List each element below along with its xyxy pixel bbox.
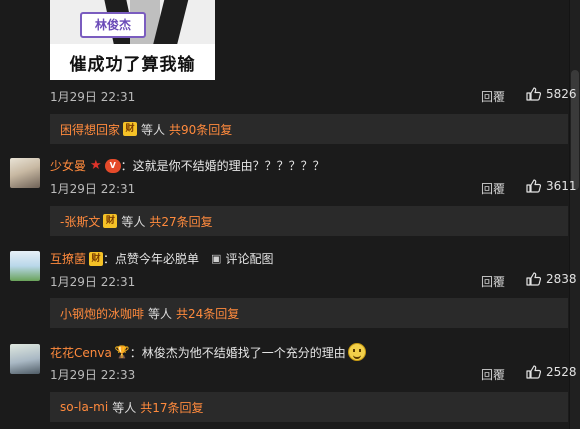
comment-text: ：这就是你不结婚的理由？？？？？？: [120, 159, 325, 173]
verified-badge-icon: 财: [123, 122, 138, 136]
verified-badge-icon: 财: [89, 251, 104, 266]
sub-replies-box: so-la-mi 等人 共17条回复: [50, 392, 568, 422]
reply-button[interactable]: 回覆: [481, 273, 505, 290]
like-count: 5826: [546, 87, 577, 101]
picture-icon: ▣: [211, 252, 222, 265]
reply-button[interactable]: 回覆: [481, 88, 505, 105]
avatar[interactable]: [10, 251, 40, 281]
sub-replies-box: 困得想回家 财 等人 共90条回复: [50, 114, 568, 144]
thumbs-up-icon: [526, 272, 541, 286]
sub-reply-count-link[interactable]: 共17条回复: [140, 399, 203, 416]
sub-reply-count-link[interactable]: 共27条回复: [149, 213, 212, 230]
timestamp: 1月29日 22:31: [50, 182, 136, 196]
sub-replies-box: -张斯文 财 等人 共27条回复: [50, 206, 568, 236]
thumbs-up-icon: [526, 87, 541, 101]
timestamp: 1月29日 22:33: [50, 368, 136, 382]
sub-reply-etc: 等人: [121, 214, 146, 229]
vip-badge-icon: V: [104, 158, 121, 173]
reply-button[interactable]: 回覆: [481, 180, 505, 197]
verified-badge-icon: 财: [103, 214, 118, 228]
sub-reply-user[interactable]: 困得想回家: [60, 121, 120, 138]
avatar[interactable]: [10, 344, 40, 374]
sub-reply-count-link[interactable]: 共90条回复: [169, 121, 232, 138]
like-button[interactable]: 2838: [526, 272, 577, 286]
comment-body: 花花Cenva 🏆 ：林俊杰为他不结婚找了一个充分的理由: [50, 343, 366, 361]
sub-reply-count-link[interactable]: 共24条回复: [176, 305, 239, 322]
thumbs-up-icon: [526, 365, 541, 379]
comment-username[interactable]: 少女曼: [50, 157, 86, 174]
timestamp: 1月29日 22:31: [50, 90, 136, 104]
comment-picture-link[interactable]: 评论配图: [225, 250, 273, 267]
like-count: 3611: [546, 179, 577, 193]
like-count: 2838: [546, 272, 577, 286]
sub-reply-user[interactable]: so-la-mi: [60, 400, 108, 414]
sub-replies-box: 小钢炮的冰咖啡 等人 共24条回复: [50, 298, 568, 328]
sub-reply-etc: 等人: [112, 400, 137, 415]
sub-reply-etc: 等人: [141, 122, 166, 137]
cup-emoji-icon: 🏆: [114, 345, 130, 359]
sub-reply-user[interactable]: -张斯文: [60, 213, 100, 230]
image-name-tag: 林俊杰: [80, 12, 146, 38]
comment-username[interactable]: 互撩菌: [50, 250, 86, 267]
comment-image[interactable]: 林俊杰 催成功了算我输: [50, 0, 215, 80]
like-button[interactable]: 5826: [526, 87, 577, 101]
sub-reply-etc: 等人: [148, 306, 173, 321]
reply-button[interactable]: 回覆: [481, 366, 505, 383]
comment-body: 少女曼 ★ V ：这就是你不结婚的理由？？？？？？: [50, 157, 325, 174]
comment-username[interactable]: 花花Cenva: [50, 344, 112, 361]
comment-text: ：点赞今年必脱单: [103, 252, 200, 266]
like-button[interactable]: 3611: [526, 179, 577, 193]
comment-body: 互撩菌 财 ：点赞今年必脱单 ▣ 评论配图: [50, 250, 273, 267]
like-button[interactable]: 2528: [526, 365, 577, 379]
star-icon: ★: [90, 158, 102, 173]
smile-emoji-icon: [347, 343, 366, 361]
thumbs-up-icon: [526, 179, 541, 193]
like-count: 2528: [546, 365, 577, 379]
comment-text: ：林俊杰为他不结婚找了一个充分的理由: [129, 345, 346, 360]
sub-reply-user[interactable]: 小钢炮的冰咖啡: [60, 305, 144, 322]
timestamp: 1月29日 22:31: [50, 275, 136, 289]
avatar[interactable]: [10, 158, 40, 188]
image-caption: 催成功了算我输: [69, 55, 196, 75]
